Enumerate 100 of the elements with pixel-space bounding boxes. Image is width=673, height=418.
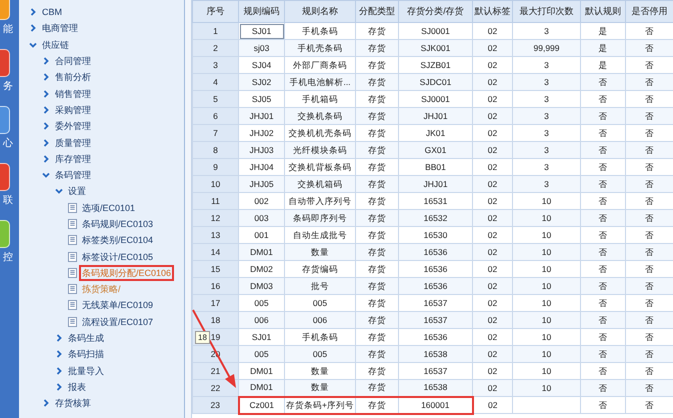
column-header[interactable]: 最大打印次数 [512,0,580,22]
chevron-right-icon[interactable] [55,382,63,391]
tree-item[interactable]: 售前分析 [54,71,92,84]
table-cell: 02 [472,312,512,328]
column-header[interactable]: 存货分类/存货 [398,0,472,22]
row-number: 2 [192,40,238,56]
table-cell: 005 [284,346,356,362]
tree-item[interactable]: 委外管理 [54,120,92,132]
table-cell: 否 [580,176,626,192]
row-number: 8 [192,142,238,158]
table-cell: 条码即序列号 [284,210,356,226]
tree-item[interactable]: 条码生成 [67,332,105,344]
tree-item[interactable]: 采购管理 [54,104,92,116]
row-number: 18 [192,312,238,328]
tree-item[interactable]: 条码扫描 [67,348,105,360]
column-header[interactable]: 默认规则 [580,0,626,22]
document-icon [68,300,77,310]
column-header[interactable]: 规则名称 [284,0,356,22]
app-label[interactable]: 心 [3,138,13,150]
chevron-down-icon[interactable] [29,40,37,49]
table-cell: 否 [626,278,673,294]
table-cell: 否 [580,346,626,362]
table-cell: 交换机条码 [284,108,356,124]
column-header[interactable]: 分配类型 [356,0,398,22]
tree-item[interactable]: 标签类别/EC0104 [81,234,154,246]
app-label[interactable]: 联 [3,195,13,207]
document-icon [68,202,77,213]
chevron-right-icon[interactable] [42,399,50,408]
tree-item[interactable]: 流程设置/EC0107 [81,316,154,328]
chevron-right-icon[interactable] [29,24,37,32]
table-cell: GX01 [398,142,472,158]
tree-item[interactable]: 报表 [67,380,87,393]
tree-item[interactable]: 销售管理 [54,88,92,100]
tree-item[interactable]: 标签设计/EC0105 [81,250,154,263]
table-cell: 否 [580,74,626,90]
chevron-right-icon[interactable] [55,334,63,342]
table-cell: 否 [580,396,626,414]
table-cell: JHJ05 [238,176,284,192]
tree-item[interactable]: 供应链 [41,38,70,51]
chevron-down-icon[interactable] [55,187,63,196]
row-number: 23 [192,396,238,414]
tree-item[interactable]: 库存管理 [54,152,92,165]
tree-item[interactable]: 条码规则/EC0103 [81,218,154,230]
table-cell: 10 [512,244,580,260]
table-cell: 否 [580,210,626,226]
chevron-right-icon[interactable] [42,154,50,163]
table-cell: 存货 [356,380,398,396]
chevron-right-icon[interactable] [42,106,50,114]
row-number: 11 [192,192,238,210]
table-cell: 16538 [398,380,472,396]
table-cell: 交换机箱码 [284,176,356,192]
table-cell: 存货 [356,210,398,226]
table-cell: 16536 [398,244,472,260]
chevron-right-icon[interactable] [55,350,63,358]
table-cell: 存货 [356,142,398,158]
tree-item[interactable]: 质量管理 [54,136,92,149]
table-cell: DM01 [238,380,284,396]
table-cell: 3 [512,142,580,158]
chevron-right-icon[interactable] [42,57,50,66]
chevron-right-icon[interactable] [42,90,50,98]
chevron-right-icon[interactable] [29,8,37,16]
table-cell: 存货 [356,278,398,294]
table-cell: 02 [472,244,512,260]
table-cell: 否 [626,244,673,260]
tree-item[interactable]: 存货核算 [54,397,92,410]
document-icon [68,252,77,262]
table-cell: 02 [472,396,512,414]
column-header[interactable]: 默认标签 [472,0,512,22]
table-cell: 否 [626,142,673,158]
table-cell: sj03 [238,40,284,56]
tree-item[interactable]: 条码管理 [54,169,92,182]
row-number: 17 [192,294,238,312]
tree-item[interactable]: 设置 [67,185,87,198]
column-header[interactable]: 是否停用 [626,0,673,22]
column-header[interactable]: 序号 [192,0,238,22]
column-header[interactable]: 规则编码 [238,0,284,22]
table-cell: 否 [580,380,626,396]
table-cell: 存货 [356,244,398,260]
app-label[interactable]: 能 [3,24,13,36]
chevron-right-icon[interactable] [55,366,63,375]
row-number: 4 [192,74,238,90]
app-label[interactable]: 控 [3,252,13,264]
table-cell: 3 [512,108,580,124]
tree-item[interactable]: CBM [41,6,63,18]
row-number: 1 [192,22,238,40]
chevron-right-icon[interactable] [42,73,50,82]
chevron-right-icon[interactable] [42,122,50,130]
tree-item[interactable]: 电商管理 [41,22,79,34]
tree-item[interactable]: 合同管理 [54,55,92,68]
table-cell: SJK001 [398,40,472,56]
app-label[interactable]: 务 [3,81,13,93]
chevron-right-icon[interactable] [42,138,50,147]
table-cell: 003 [238,210,284,226]
chevron-down-icon[interactable] [42,171,50,180]
tree-item[interactable]: 无线菜单/EC0109 [81,299,154,312]
table-cell: 否 [580,312,626,328]
table-cell: SJDC01 [398,74,472,90]
tree-item[interactable]: 批量导入 [67,364,105,377]
table-cell: JHJ01 [398,176,472,192]
tree-item[interactable]: 选项/EC0101 [81,202,136,214]
